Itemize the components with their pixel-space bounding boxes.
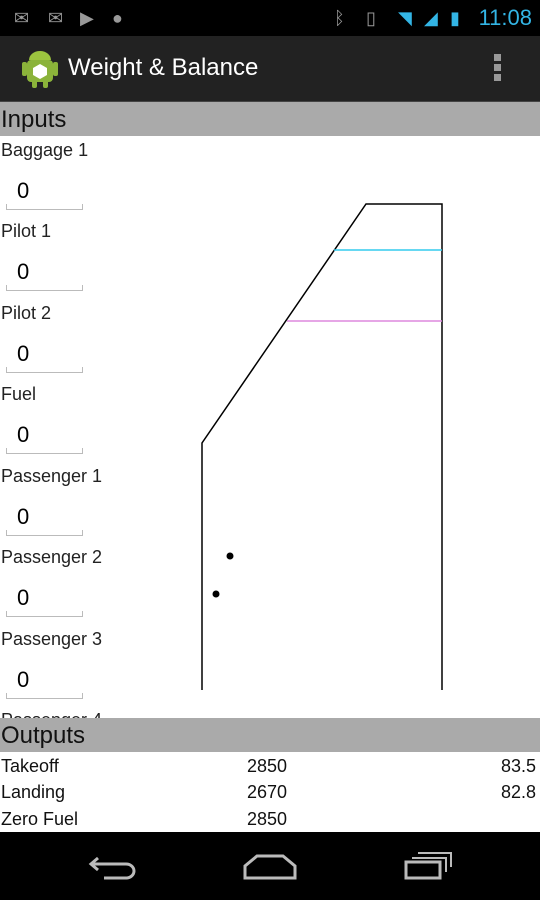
app-title: Weight & Balance: [68, 54, 259, 81]
overflow-menu-icon[interactable]: [494, 54, 506, 84]
field-label: Passenger 1: [1, 466, 103, 486]
passenger-1-input[interactable]: 0: [6, 500, 83, 536]
row-weight: 2850: [247, 756, 288, 776]
field-label: Baggage 1: [1, 140, 89, 160]
row-label: Zero Fuel: [1, 809, 79, 829]
passenger-3-input[interactable]: 0: [6, 663, 83, 699]
clock: 11:08: [478, 5, 532, 30]
fuel-input[interactable]: 0: [6, 418, 83, 454]
row-weight: 2850: [247, 809, 288, 829]
field-label: Fuel: [1, 384, 37, 404]
app-logo-icon: [22, 51, 58, 88]
android-icon: ●: [112, 8, 123, 28]
status-bar: ✉ ✉ ▶ ● ᛒ ▯ ◥ ◢ ▮ 11:08: [0, 0, 540, 36]
output-row-landing: Landing 2670 82.8: [0, 778, 540, 804]
wifi-icon: ◥: [398, 8, 412, 28]
field-label: Pilot 1: [1, 221, 52, 241]
field-label: Passenger 3: [1, 629, 103, 649]
signal-icon: ◢: [424, 8, 438, 28]
battery-charging-icon: ▮: [450, 8, 460, 28]
home-icon[interactable]: [243, 852, 297, 882]
output-row-zero-fuel: Zero Fuel 2850: [0, 805, 540, 831]
cg-point-landing: [212, 590, 220, 598]
vibrate-icon: ▯: [366, 8, 376, 28]
play-store-icon: ▶: [80, 8, 94, 28]
row-cg: 82.8: [501, 782, 537, 802]
output-row-takeoff: Takeoff 2850 83.5: [0, 752, 540, 778]
inputs-scroll-area[interactable]: Baggage 1 0 Pilot 1 0 Pilot 2 0 Fuel 0 Passe…: [0, 136, 540, 718]
baggage-1-input[interactable]: 0: [6, 174, 83, 210]
row-cg: 83.5: [501, 756, 537, 776]
field-label: Passenger 4: [1, 710, 102, 718]
field-label: Pilot 2: [1, 303, 52, 323]
row-label: Landing: [1, 782, 66, 802]
mail-icon: ✉: [48, 8, 64, 28]
gmail-icon: ✉: [14, 8, 30, 28]
field-label: Passenger 2: [1, 547, 103, 567]
bluetooth-icon: ᛒ: [334, 8, 345, 28]
action-bar: Weight & Balance: [0, 36, 540, 102]
pilot-2-input[interactable]: 0: [6, 337, 83, 373]
passenger-2-input[interactable]: 0: [6, 581, 83, 617]
outputs-header: Outputs: [0, 718, 540, 752]
cg-point-takeoff: [226, 552, 234, 560]
back-icon[interactable]: [88, 852, 138, 882]
inputs-header: Inputs: [0, 102, 540, 136]
row-label: Takeoff: [1, 756, 59, 776]
navigation-bar: [0, 832, 540, 900]
recent-apps-icon[interactable]: [404, 850, 454, 882]
envelope-outline: [201, 203, 443, 690]
row-weight: 2670: [247, 782, 288, 802]
pilot-1-input[interactable]: 0: [6, 255, 83, 291]
